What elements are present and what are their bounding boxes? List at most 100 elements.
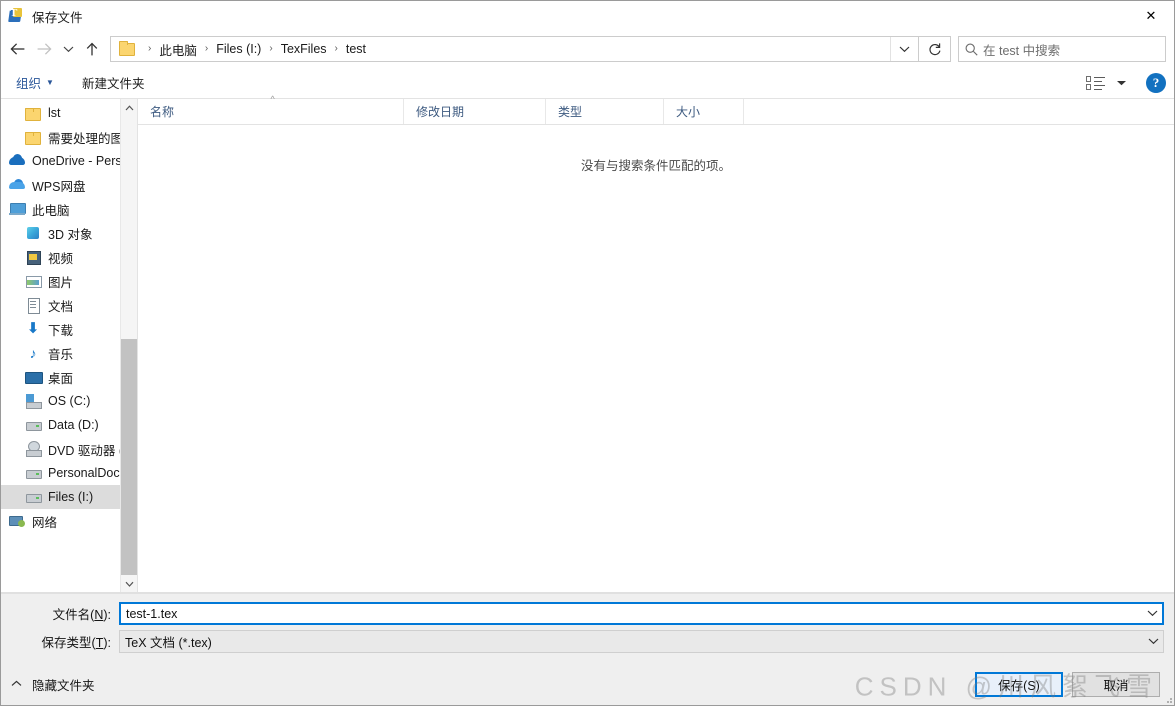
column-header-name[interactable]: ^ 名称 bbox=[138, 94, 404, 124]
drive-icon bbox=[25, 465, 42, 481]
filename-label-pre: 文件名( bbox=[52, 608, 95, 622]
sidebar-item-9[interactable]: ⬇ 下载 bbox=[1, 317, 137, 341]
texstudio-icon: T bbox=[8, 7, 25, 24]
dvd-drive-icon bbox=[25, 441, 42, 457]
save-button[interactable]: 保存(S) bbox=[975, 672, 1063, 697]
filename-input[interactable]: test-1.tex bbox=[119, 602, 1164, 625]
hide-folders-label: 隐藏文件夹 bbox=[32, 679, 95, 693]
dialog-buttons: 保存(S) 取消 bbox=[975, 672, 1160, 697]
sidebar-item-5[interactable]: 3D 对象 bbox=[1, 221, 137, 245]
sidebar-item-14[interactable]: DVD 驱动器 (E:) bbox=[1, 437, 137, 461]
filename-label: 文件名(N): bbox=[11, 604, 119, 623]
resize-grip[interactable] bbox=[1162, 693, 1172, 703]
refresh-button[interactable] bbox=[919, 36, 951, 62]
sidebar-item-16[interactable]: Files (I:) bbox=[1, 485, 137, 509]
scrollbar-thumb[interactable] bbox=[121, 339, 137, 575]
help-button[interactable]: ? bbox=[1146, 72, 1166, 93]
sidebar-item-13[interactable]: Data (D:) bbox=[1, 413, 137, 437]
view-options-chevron-icon[interactable] bbox=[1110, 70, 1132, 96]
breadcrumb-item-3[interactable]: test bbox=[345, 42, 367, 56]
title-bar: T 保存文件 ✕ bbox=[1, 1, 1174, 31]
sidebar-item-3[interactable]: WPS网盘 bbox=[1, 173, 137, 197]
onedrive-cloud-icon bbox=[9, 153, 25, 169]
3d-objects-icon bbox=[25, 225, 41, 241]
sidebar-item-label: OS (C:) bbox=[48, 394, 91, 408]
filetype-row: 保存类型(T): TeX 文档 (*.tex) bbox=[11, 630, 1164, 653]
forward-button[interactable] bbox=[31, 36, 57, 62]
scroll-down-arrow-icon[interactable] bbox=[121, 575, 137, 592]
column-header-type[interactable]: 类型 bbox=[546, 99, 664, 124]
scroll-up-arrow-icon[interactable] bbox=[121, 99, 137, 116]
folder-icon bbox=[25, 107, 41, 121]
sidebar-item-17[interactable]: 网络 bbox=[1, 509, 137, 533]
sidebar-item-label: 此电脑 bbox=[32, 203, 70, 218]
breadcrumb-item-1[interactable]: Files (I:) bbox=[215, 42, 262, 56]
back-button[interactable] bbox=[5, 36, 31, 62]
sidebar-item-label: 3D 对象 bbox=[48, 227, 93, 242]
folder-icon bbox=[119, 40, 135, 56]
list-view-icon[interactable] bbox=[1086, 75, 1106, 91]
column-header-size[interactable]: 大小 bbox=[664, 99, 744, 124]
sidebar-item-4[interactable]: 此电脑 bbox=[1, 197, 137, 221]
organize-label: 组织 bbox=[16, 77, 42, 91]
sidebar-item-11[interactable]: 桌面 bbox=[1, 365, 137, 389]
breadcrumb-separator: › bbox=[148, 43, 152, 54]
drive-icon bbox=[25, 417, 42, 433]
search-input[interactable]: 在 test 中搜索 bbox=[958, 36, 1166, 62]
dialog-footer: 隐藏文件夹 CSDN @川风絮飞雪 保存(S) 取消 bbox=[1, 664, 1174, 705]
sidebar-item-7[interactable]: 图片 bbox=[1, 269, 137, 293]
hide-folders-toggle[interactable]: 隐藏文件夹 bbox=[11, 675, 95, 694]
breadcrumb-separator: › bbox=[334, 43, 338, 54]
address-bar[interactable]: › 此电脑 › Files (I:) › TexFiles › test bbox=[110, 36, 919, 62]
sidebar-item-label: 文档 bbox=[48, 299, 74, 314]
filename-value[interactable]: test-1.tex bbox=[121, 607, 1142, 621]
cancel-button[interactable]: 取消 bbox=[1072, 672, 1160, 697]
chevron-down-icon[interactable] bbox=[1142, 608, 1162, 620]
sidebar-item-label: 视频 bbox=[48, 251, 74, 266]
sidebar-item-8[interactable]: 文档 bbox=[1, 293, 137, 317]
sidebar-item-15[interactable]: PersonalDoc (F:) bbox=[1, 461, 137, 485]
sidebar-item-0[interactable]: lst bbox=[1, 101, 137, 125]
chevron-down-icon: ▼ bbox=[46, 78, 54, 87]
empty-list-message: 没有与搜索条件匹配的项。 bbox=[580, 159, 731, 173]
sidebar-item-label: 网络 bbox=[32, 515, 58, 530]
address-dropdown-chevron-icon[interactable] bbox=[890, 37, 918, 61]
command-toolbar: 组织 ▼ 新建文件夹 ? bbox=[1, 67, 1174, 99]
recent-locations-button[interactable] bbox=[57, 36, 79, 62]
filename-label-post: ): bbox=[103, 608, 111, 622]
sidebar-item-label: 下载 bbox=[48, 323, 74, 338]
new-folder-label: 新建文件夹 bbox=[81, 77, 145, 91]
wps-cloud-icon bbox=[9, 177, 25, 193]
chevron-down-icon[interactable] bbox=[1143, 636, 1163, 648]
videos-icon bbox=[25, 249, 41, 265]
sidebar-item-12[interactable]: OS (C:) bbox=[1, 389, 137, 413]
up-button[interactable] bbox=[79, 36, 105, 62]
breadcrumb-item-2[interactable]: TexFiles bbox=[280, 42, 328, 56]
search-placeholder: 在 test 中搜索 bbox=[983, 43, 1061, 58]
column-header-date-modified[interactable]: 修改日期 bbox=[404, 99, 546, 124]
new-folder-button[interactable]: 新建文件夹 bbox=[77, 70, 150, 95]
sidebar-item-label: WPS网盘 bbox=[32, 179, 86, 194]
sidebar-item-label: lst bbox=[48, 106, 61, 120]
column-label: 大小 bbox=[676, 105, 701, 119]
navigation-list: lst 需要处理的图 OneDrive - Personal WPS网盘此电脑 3D 对… bbox=[1, 101, 137, 533]
documents-icon bbox=[25, 297, 41, 314]
network-icon bbox=[9, 513, 25, 529]
sidebar-item-2[interactable]: OneDrive - Personal bbox=[1, 149, 137, 173]
column-label: 名称 bbox=[150, 105, 175, 119]
save-form: 文件名(N): test-1.tex 保存类型(T): TeX 文档 (*.te… bbox=[1, 593, 1174, 664]
organize-button[interactable]: 组织 ▼ bbox=[11, 70, 59, 95]
sidebar-scrollbar[interactable] bbox=[120, 99, 137, 592]
sidebar-item-6[interactable]: 视频 bbox=[1, 245, 137, 269]
filetype-select[interactable]: TeX 文档 (*.tex) bbox=[119, 630, 1164, 653]
sidebar-item-label: Files (I:) bbox=[48, 490, 94, 504]
drive-icon bbox=[25, 489, 42, 505]
breadcrumb-item-0[interactable]: 此电脑 bbox=[158, 40, 198, 59]
sidebar-item-1[interactable]: 需要处理的图 bbox=[1, 125, 137, 149]
os-drive-icon bbox=[25, 393, 42, 409]
chevron-up-icon bbox=[11, 679, 22, 690]
close-window-button[interactable]: ✕ bbox=[1128, 1, 1174, 31]
filetype-label-pre: 保存类型( bbox=[41, 636, 96, 650]
sort-ascending-icon: ^ bbox=[270, 94, 275, 104]
sidebar-item-10[interactable]: ♪ 音乐 bbox=[1, 341, 137, 365]
